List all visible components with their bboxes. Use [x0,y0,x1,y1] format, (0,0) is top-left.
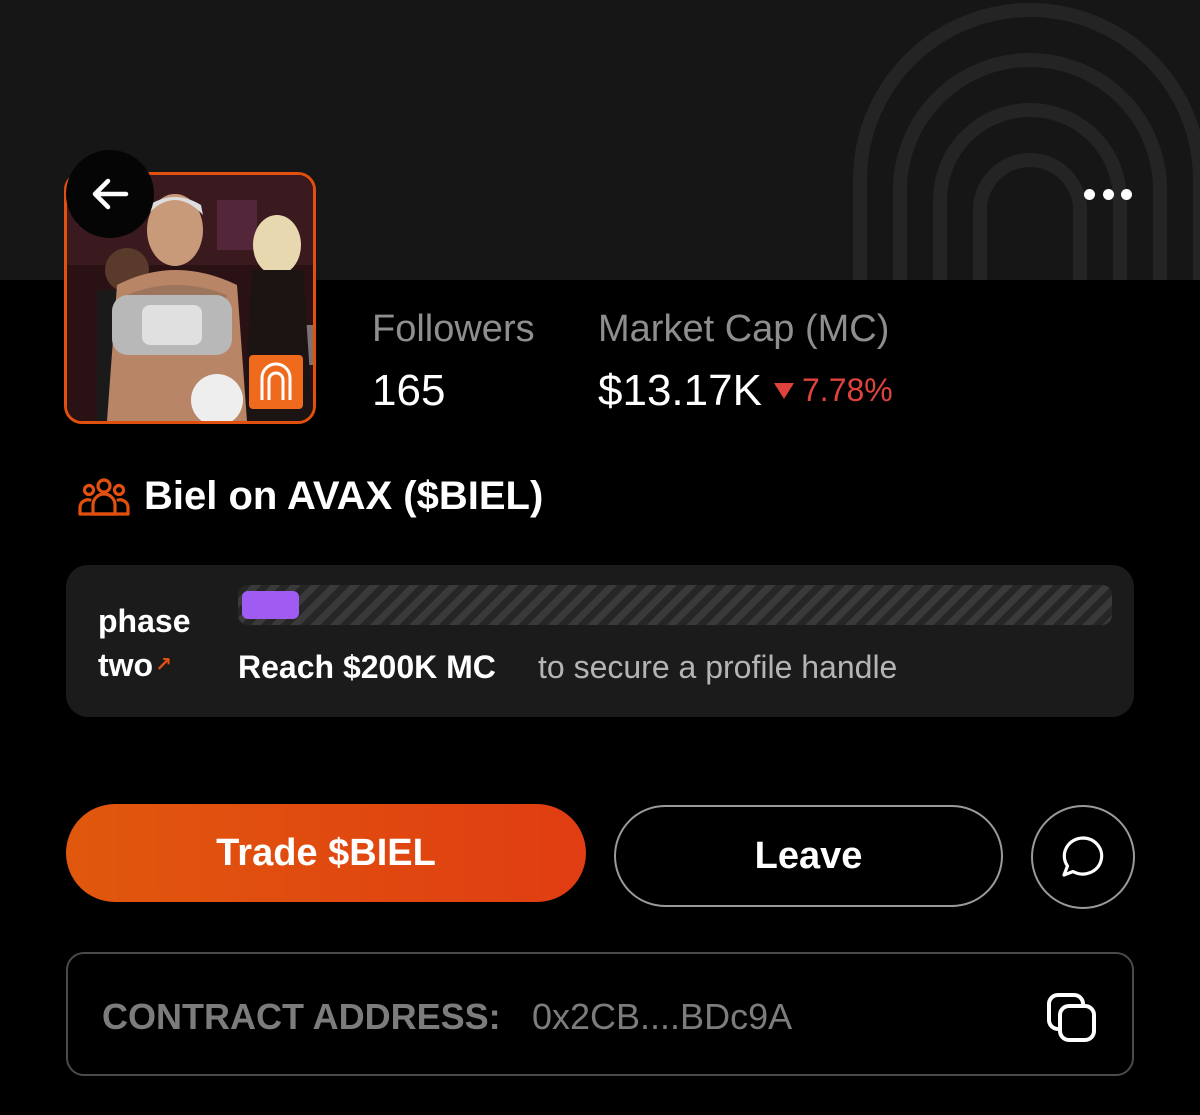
more-dot [1121,188,1132,200]
arch-logo-icon [260,362,292,400]
progress-fill [242,591,299,619]
progress-bar [238,585,1112,625]
followers-label: Followers [372,308,535,350]
chat-button[interactable] [1031,805,1135,909]
market-cap-value: $13.17K [598,366,762,415]
phase-label[interactable]: phase two ↗ [98,599,190,687]
more-dot [1084,188,1095,200]
market-cap-label: Market Cap (MC) [598,308,890,350]
back-button[interactable] [66,150,154,238]
market-cap-change: 7.78% [774,372,893,409]
phase-goal: Reach $200K MC [238,649,496,685]
phase-label-line1: phase [98,603,191,639]
more-dot [1102,188,1114,200]
arch-pattern-decoration [853,3,1200,280]
group-icon [78,477,130,516]
copy-icon [1047,993,1096,1042]
followers-count: 165 [372,366,446,415]
phase-progress-card: phase two ↗ Reach $200K MC to secure a pr… [66,565,1134,717]
contract-address-label: CONTRACT ADDRESS: [102,996,501,1037]
more-options-button[interactable] [1080,180,1136,208]
contract-address-value: 0x2CB....BDc9A [532,996,793,1037]
external-arrow-icon: ↗ [155,654,172,676]
phase-label-line2: two [98,647,154,683]
phase-goal-description: to secure a profile handle [538,649,898,685]
triangle-down-icon [774,382,794,399]
arch-logo-badge [249,355,303,409]
market-cap-change-value: 7.78% [802,372,893,408]
chat-bubble-icon [1062,836,1104,877]
token-title: Biel on AVAX ($BIEL) [78,474,543,519]
token-name: Biel on AVAX ($BIEL) [144,474,544,518]
arrow-left-icon [92,178,129,210]
trade-button[interactable]: Trade $BIEL [66,804,586,902]
copy-button[interactable] [1044,990,1100,1046]
contract-address-box: CONTRACT ADDRESS: 0x2CB....BDc9A [66,952,1134,1076]
leave-button[interactable]: Leave [614,805,1003,907]
